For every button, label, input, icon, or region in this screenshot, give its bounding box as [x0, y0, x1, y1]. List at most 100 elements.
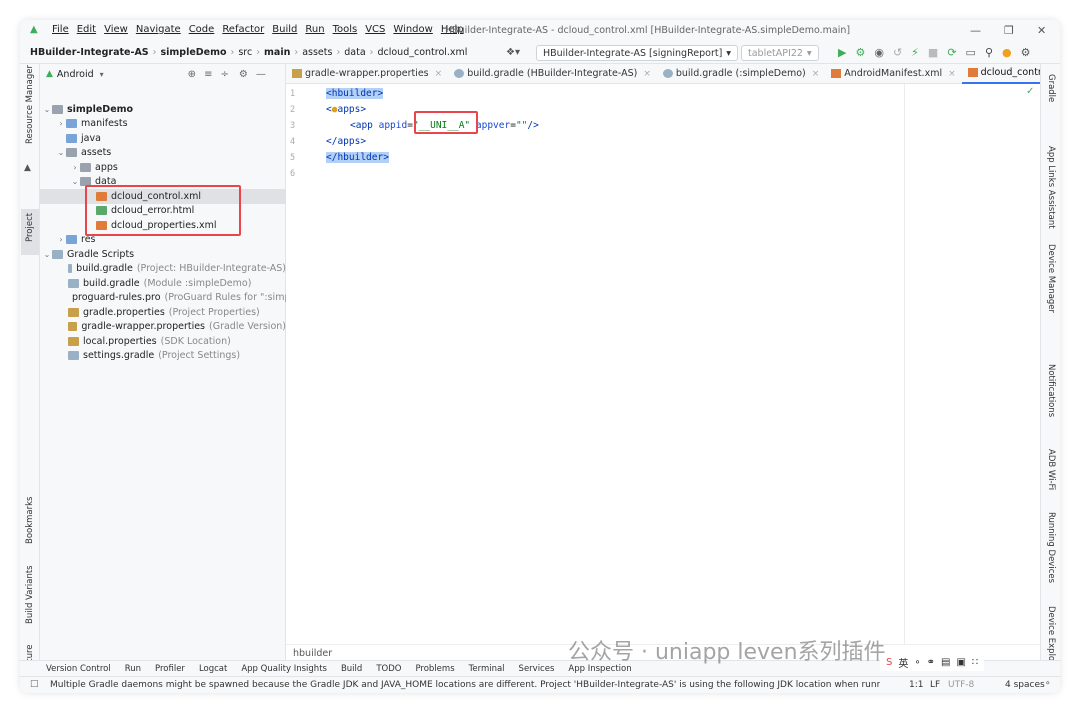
menu-edit[interactable]: Edit [77, 24, 96, 35]
ime-mic-icon[interactable]: ⚭ [927, 657, 935, 668]
tree-item-local-properties[interactable]: local.properties (SDK Location) [40, 334, 286, 349]
tool-services[interactable]: Services [519, 664, 555, 674]
tree-item-java[interactable]: java [40, 131, 286, 146]
menu-view[interactable]: View [104, 24, 128, 35]
indent-setting[interactable]: 4 spaces [1005, 680, 1045, 690]
chevron-right-icon[interactable]: › [56, 119, 66, 128]
settings-icon[interactable]: ⚙ [1021, 46, 1031, 59]
tab-build-gradle-project[interactable]: build.gradle (HBuilder-Integrate-AS) × [448, 64, 657, 84]
chevron-down-icon[interactable]: ⌄ [42, 105, 52, 114]
ime-skin-icon[interactable]: ▣ [956, 657, 965, 668]
chevron-right-icon[interactable]: › [70, 163, 80, 172]
tab-android-manifest[interactable]: AndroidManifest.xml × [825, 64, 961, 84]
tab-gradle-wrapper-properties[interactable]: gradle-wrapper.properties × [286, 64, 448, 84]
tool-build-variants[interactable]: Build Variants [25, 565, 35, 624]
tree-item-build-gradle-project[interactable]: build.gradle (Project: HBuilder-Integrat… [40, 262, 286, 277]
menu-run[interactable]: Run [305, 24, 324, 35]
project-view-mode[interactable]: Android [57, 69, 94, 80]
status-panel-icon[interactable]: □ [30, 679, 39, 689]
update-icon[interactable]: ● [1002, 46, 1012, 59]
tree-item-settings-gradle[interactable]: settings.gradle (Project Settings) [40, 349, 286, 364]
tool-device-manager[interactable]: Device Manager [1046, 244, 1056, 313]
close-tab-icon[interactable]: × [643, 69, 651, 79]
tree-item-simpledemo[interactable]: ⌄ simpleDemo [40, 102, 286, 117]
close-tab-icon[interactable]: × [812, 69, 820, 79]
device-manager-icon[interactable]: ▭ [966, 46, 976, 59]
file-encoding[interactable]: UTF-8 [948, 680, 974, 690]
tool-notifications[interactable]: Notifications [1046, 364, 1056, 417]
chevron-down-icon[interactable]: ⌄ [42, 250, 52, 259]
profile-icon[interactable]: ◉ [874, 46, 884, 59]
search-icon[interactable]: ⚲ [985, 46, 993, 59]
collapse-all-icon[interactable]: ÷ [220, 69, 228, 80]
breadcrumb-module[interactable]: simpleDemo [160, 47, 226, 58]
tool-adb-wifi[interactable]: ADB Wi-Fi [1046, 449, 1056, 490]
chevron-down-icon[interactable]: ⌄ [70, 177, 80, 186]
tool-app-links-assistant[interactable]: App Links Assistant [1046, 146, 1056, 229]
tree-item-apps[interactable]: › apps [40, 160, 286, 175]
tree-item-build-gradle-module[interactable]: build.gradle (Module :simpleDemo) [40, 276, 286, 291]
apply-changes-icon[interactable]: ⚡ [911, 46, 919, 59]
tree-item-gradle-properties[interactable]: gradle.properties (Project Properties) [40, 305, 286, 320]
menu-refactor[interactable]: Refactor [222, 24, 264, 35]
close-tab-icon[interactable]: × [435, 69, 443, 79]
hammer-icon[interactable]: ❖▾ [506, 47, 520, 58]
tree-item-gradle-scripts[interactable]: ⌄ Gradle Scripts [40, 247, 286, 262]
menu-navigate[interactable]: Navigate [136, 24, 181, 35]
status-message[interactable]: Multiple Gradle daemons might be spawned… [50, 680, 880, 690]
chevron-down-icon[interactable]: ▾ [100, 70, 104, 79]
run-icon[interactable]: ▶ [838, 46, 846, 59]
ime-punctuation-icon[interactable]: ∘ [914, 657, 920, 668]
device-select[interactable]: tabletAPI22 ▾ [741, 45, 819, 61]
tree-item-gradle-wrapper-properties[interactable]: gradle-wrapper.properties (Gradle Versio… [40, 320, 286, 335]
menu-build[interactable]: Build [272, 24, 297, 35]
run-configuration-select[interactable]: HBuilder-Integrate-AS [signingReport] ▾ [536, 45, 739, 61]
ime-language[interactable]: 英 [898, 655, 908, 670]
tool-gradle[interactable]: Gradle [1046, 74, 1056, 102]
breadcrumb-project[interactable]: HBuilder-Integrate-AS [30, 47, 149, 58]
tab-build-gradle-module[interactable]: build.gradle (:simpleDemo) × [657, 64, 825, 84]
ime-tools-icon[interactable]: ∷ [972, 657, 978, 668]
ime-keyboard-icon[interactable]: ▤ [941, 657, 950, 668]
menu-vcs[interactable]: VCS [365, 24, 385, 35]
breadcrumb-data[interactable]: data [344, 47, 365, 58]
breadcrumb-main[interactable]: main [264, 47, 290, 58]
breadcrumb-src[interactable]: src [238, 47, 252, 58]
tool-profiler[interactable]: Profiler [155, 664, 185, 674]
tool-build[interactable]: Build [341, 664, 362, 674]
menu-tools[interactable]: Tools [333, 24, 358, 35]
breadcrumb-file[interactable]: dcloud_control.xml [377, 47, 467, 58]
chevron-down-icon[interactable]: ⌄ [56, 148, 66, 157]
tool-resource-manager[interactable]: Resource Manager [25, 65, 35, 144]
tree-item-assets[interactable]: ⌄ assets [40, 146, 286, 161]
debug-icon[interactable]: ⚙ [855, 46, 865, 59]
tool-logcat[interactable]: Logcat [199, 664, 227, 674]
attach-icon[interactable]: ↺ [893, 46, 902, 59]
tree-item-proguard[interactable]: proguard-rules.pro (ProGuard Rules for "… [40, 291, 306, 306]
breadcrumb-assets[interactable]: assets [302, 47, 332, 58]
gear-icon[interactable]: ⚙ [239, 69, 248, 80]
tool-terminal[interactable]: Terminal [469, 664, 505, 674]
line-separator[interactable]: LF [930, 680, 940, 690]
tool-problems[interactable]: Problems [415, 664, 454, 674]
menu-window[interactable]: Window [393, 24, 432, 35]
tool-app-quality-insights[interactable]: App Quality Insights [241, 664, 327, 674]
tool-version-control[interactable]: Version Control [46, 664, 111, 674]
close-tab-icon[interactable]: × [948, 69, 956, 79]
chevron-right-icon[interactable]: › [56, 235, 66, 244]
gradle-sync-icon[interactable]: ⟳ [947, 46, 956, 59]
restore-icon[interactable]: ❐ [1004, 24, 1014, 37]
code-editor[interactable]: 1 2 3 4 5 6 <hbuilder> <●apps> <app appi… [286, 84, 1040, 644]
tree-item-manifests[interactable]: › manifests [40, 117, 286, 132]
hide-panel-icon[interactable]: — [256, 69, 266, 80]
expand-all-icon[interactable]: ≡ [204, 69, 212, 80]
tool-running-devices[interactable]: Running Devices [1046, 512, 1056, 583]
tool-todo[interactable]: TODO [376, 664, 401, 674]
tool-project[interactable]: Project [25, 213, 35, 242]
close-icon[interactable]: ✕ [1037, 24, 1046, 37]
tool-run[interactable]: Run [125, 664, 141, 674]
minimize-icon[interactable]: — [970, 24, 981, 37]
lock-icon[interactable]: ⚬ [1044, 679, 1052, 689]
tool-bookmarks[interactable]: Bookmarks [25, 497, 35, 545]
caret-position[interactable]: 1:1 [909, 680, 923, 690]
